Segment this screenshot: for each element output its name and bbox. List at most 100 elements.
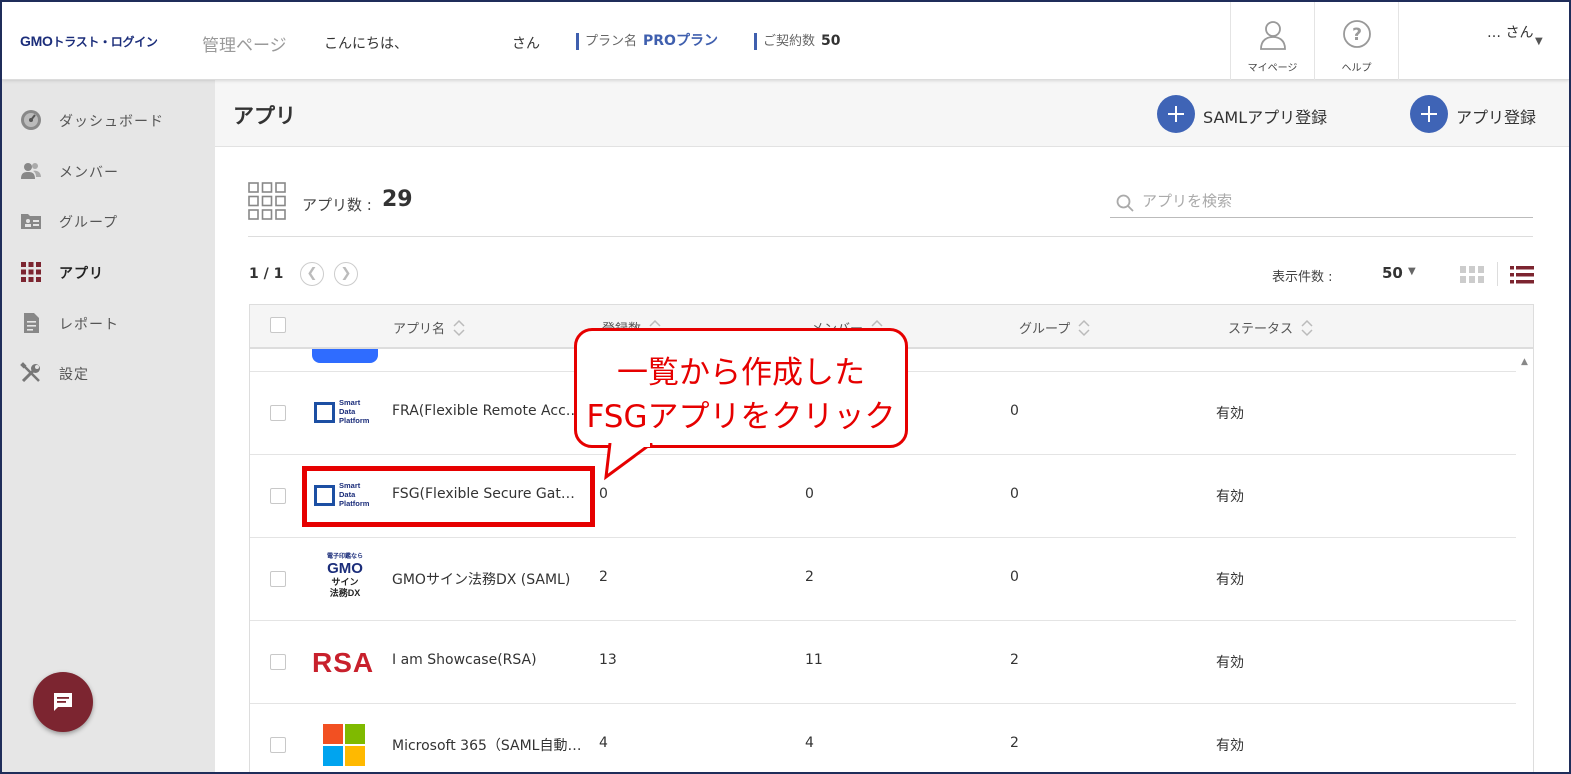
list-view-icon[interactable] (1510, 266, 1534, 284)
group-count: 2 (1010, 735, 1019, 751)
saml-app-register-label: SAMLアプリ登録 (1203, 108, 1328, 127)
col-header-groups[interactable]: グループ (1019, 318, 1090, 338)
sidebar-item-label: レポート (59, 317, 119, 333)
sidebar-item-label: メンバー (59, 165, 119, 181)
help-label: ヘルプ (1341, 63, 1372, 74)
logo-text: RSA (312, 647, 375, 678)
row-checkbox[interactable] (270, 488, 286, 504)
page-indicator: 1 / 1 (249, 266, 284, 282)
status-text: 有効 (1216, 489, 1244, 505)
help-button[interactable]: ? ヘルプ (1314, 2, 1398, 80)
contract-label: ご契約数 (754, 33, 815, 50)
sidebar-item-apps[interactable]: アプリ (2, 252, 215, 292)
app-search (1110, 183, 1533, 218)
annotation-highlight-box (302, 466, 595, 527)
app-count-label: アプリ数 : (302, 196, 372, 214)
report-icon (24, 313, 39, 333)
top-header: GMOトラスト・ログイン 管理ページ こんにちは、 さん プラン名 PROプラン… (2, 2, 1569, 80)
app-logo (312, 349, 378, 363)
user-menu[interactable]: … さん ▼ (1398, 2, 1569, 80)
col-header-app-name[interactable]: アプリ名 (393, 318, 465, 338)
col-header-label: グループ (1019, 322, 1071, 337)
col-header-status[interactable]: ステータス (1228, 318, 1313, 338)
greeting-text: こんにちは、 (324, 36, 408, 52)
group-icon (21, 214, 41, 229)
select-all-checkbox[interactable] (270, 317, 286, 333)
member-count: 4 (805, 735, 814, 751)
app-name[interactable]: FRA(Flexible Remote Acce… (392, 403, 582, 419)
view-separator (1497, 262, 1498, 286)
smart-data-platform-logo: Smart Data Platform (310, 388, 380, 438)
app-register-label: アプリ登録 (1456, 108, 1537, 127)
sidebar-item-settings[interactable]: 設定 (2, 353, 215, 393)
app-name[interactable]: GMOサイン法務DX (SAML) (392, 569, 582, 589)
search-icon (1116, 194, 1134, 212)
table-row[interactable]: Microsoft 365（SAML自動… 4 4 2 有効 (250, 704, 1516, 772)
table-row[interactable]: RSA I am Showcase(RSA) 13 11 2 有効 (250, 621, 1516, 704)
brand-logo[interactable]: GMOトラスト・ログイン (20, 33, 158, 50)
logo-text: Data (339, 407, 356, 416)
search-input[interactable] (1142, 189, 1522, 213)
row-checkbox[interactable] (270, 571, 286, 587)
next-page-button[interactable]: ❯ (334, 262, 358, 286)
row-checkbox[interactable] (270, 405, 286, 421)
annotation-callout: 一覧から作成した FSGアプリをクリック (574, 328, 908, 448)
status-text: 有効 (1216, 406, 1244, 422)
members-icon (21, 163, 41, 179)
sort-icon (453, 319, 465, 337)
display-count-select[interactable]: 50 (1382, 264, 1403, 282)
registered-count: 2 (599, 569, 608, 585)
greeting-suffix: さん (512, 36, 540, 52)
mypage-button[interactable]: マイページ (1230, 2, 1314, 80)
logo-text: 法務DX (329, 588, 361, 598)
prev-page-button[interactable]: ❮ (300, 262, 324, 286)
chevron-down-icon[interactable]: ▼ (1408, 266, 1416, 277)
logo-text: Smart (339, 398, 361, 407)
app-name[interactable]: Microsoft 365（SAML自動… (392, 735, 582, 755)
table-row[interactable]: 電子印鑑なら GMO サイン 法務DX GMOサイン法務DX (SAML) 2 … (250, 538, 1516, 621)
grid-view-icon[interactable] (1460, 266, 1484, 284)
mypage-label: マイページ (1247, 63, 1298, 74)
member-count: 11 (805, 652, 823, 668)
microsoft-logo (310, 720, 380, 770)
group-count: 0 (1010, 403, 1019, 419)
app-window: GMOトラスト・ログイン 管理ページ こんにちは、 さん プラン名 PROプラン… (0, 0, 1571, 774)
plan-label: プラン名 (576, 33, 637, 50)
app-grid-icon (248, 182, 286, 220)
sidebar-item-label: 設定 (59, 367, 89, 383)
sort-icon (1301, 319, 1313, 337)
sidebar-item-report[interactable]: レポート (2, 303, 215, 343)
logo-text: サイン (331, 577, 359, 587)
row-checkbox[interactable] (270, 737, 286, 753)
contract-value: 50 (821, 33, 841, 49)
col-header-label: ステータス (1228, 322, 1294, 337)
chat-button[interactable] (33, 672, 93, 732)
sidebar-item-label: ダッシュボード (59, 114, 164, 130)
user-icon (1260, 21, 1286, 50)
sidebar-item-label: グループ (59, 215, 119, 231)
sidebar-item-group[interactable]: グループ (2, 201, 215, 241)
sidebar-item-label: アプリ (59, 266, 104, 282)
row-checkbox[interactable] (270, 654, 286, 670)
annotation-line1: 一覧から作成した (617, 355, 865, 391)
registered-count: 0 (599, 486, 608, 502)
group-count: 2 (1010, 652, 1019, 668)
sidebar: ダッシュボード メンバー グループ アプリ レポート 設定 (2, 80, 215, 772)
logo-gmo: GMO (20, 33, 53, 49)
sidebar-item-dashboard[interactable]: ダッシュボード (2, 100, 215, 140)
apps-icon (21, 262, 41, 282)
sidebar-item-members[interactable]: メンバー (2, 151, 215, 191)
title-bar: アプリ SAMLアプリ登録 アプリ登録 (215, 80, 1569, 147)
member-count: 2 (805, 569, 814, 585)
annotation-pointer (604, 443, 653, 481)
gmo-sign-logo: 電子印鑑なら GMO サイン 法務DX (310, 554, 380, 604)
user-name: … さん (1487, 25, 1534, 41)
display-count-label: 表示件数 : (1272, 270, 1333, 285)
page-title: アプリ (233, 104, 296, 128)
app-name[interactable]: I am Showcase(RSA) (392, 652, 582, 668)
member-count: 0 (805, 486, 814, 502)
logo-text: Platform (339, 416, 370, 425)
svg-text:?: ? (1352, 25, 1362, 45)
status-text: 有効 (1216, 655, 1244, 671)
scroll-up-arrow[interactable]: ▲ (1521, 357, 1528, 367)
